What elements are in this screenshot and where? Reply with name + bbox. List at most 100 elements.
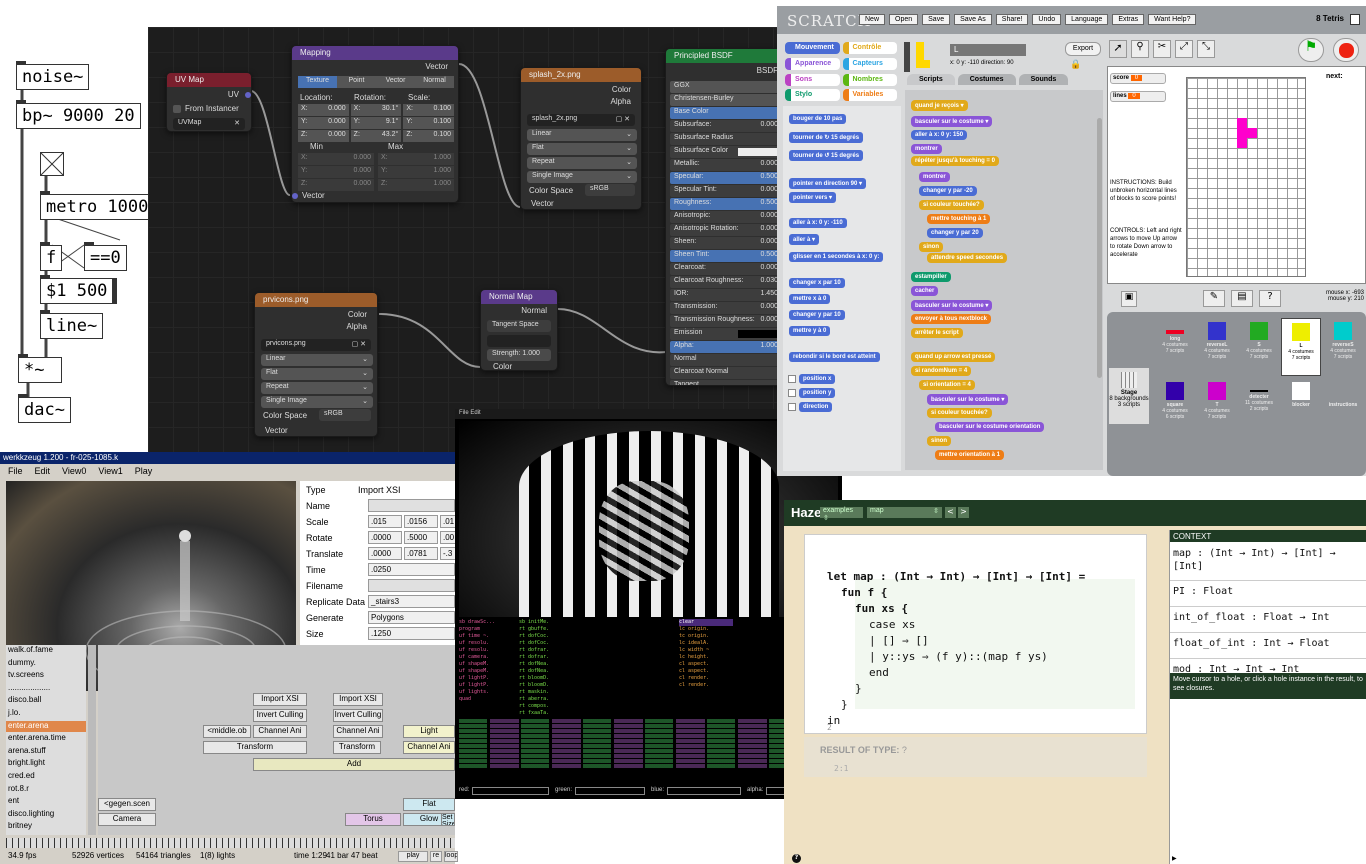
- palette-block[interactable]: direction: [799, 402, 833, 412]
- bsdf-row[interactable]: Transmission Roughness: 0.000: [670, 315, 780, 327]
- mapping-min-label[interactable]: Min: [310, 142, 323, 151]
- normalmap-uv-field[interactable]: [487, 335, 551, 347]
- hazel-example-select[interactable]: examples ⇳: [820, 507, 863, 522]
- werk-prop-field[interactable]: .0156: [404, 515, 438, 528]
- werkkzeug-timeline[interactable]: [6, 838, 455, 848]
- scratch-btn-save[interactable]: Save: [922, 14, 951, 25]
- pd-float-object[interactable]: f: [40, 242, 62, 271]
- werk-page-item[interactable]: ent: [6, 796, 86, 807]
- palette-block[interactable]: aller à ▾: [789, 234, 820, 245]
- script-block[interactable]: basculer sur le costume orientation: [935, 422, 1045, 432]
- code-line[interactable]: }: [827, 697, 1085, 713]
- script-block[interactable]: aller à x: 0 y: 150: [911, 130, 968, 140]
- prvicons-option[interactable]: Flat ⌄: [261, 368, 373, 380]
- script-block[interactable]: si couleur touchée?: [927, 408, 992, 418]
- werk-status-button[interactable]: loop: [444, 851, 458, 862]
- shader-field[interactable]: green:: [555, 787, 645, 797]
- palette-block[interactable]: aller à x: 0 y: -110: [789, 218, 847, 228]
- shader-pass-cell[interactable]: rt dofrar.: [519, 654, 573, 661]
- pd-bang-button[interactable]: [40, 152, 64, 176]
- code-line[interactable]: let map : (Int → Int) → [Int] → [Int] =: [827, 569, 1085, 585]
- mapping-value-field[interactable]: X: 30.1°: [350, 104, 402, 116]
- uvmap-checkbox[interactable]: [173, 105, 181, 113]
- palette-block[interactable]: tourner de ↺ 15 degrés: [789, 150, 864, 161]
- shader-pass-cell[interactable]: clear: [679, 619, 733, 626]
- category-mouvement[interactable]: Mouvement: [785, 42, 840, 54]
- hazel-program-select[interactable]: map ⇳: [867, 507, 942, 518]
- werk-page-item[interactable]: rot.8.r: [6, 784, 86, 795]
- normalmap-node[interactable]: Normal Map Normal Tangent Space Strength…: [480, 289, 558, 371]
- shader-pass-cell[interactable]: cl render.: [679, 675, 733, 682]
- bsdf-row[interactable]: Subsurface Radius: [670, 133, 780, 145]
- shader-pass-cell[interactable]: sb initMe.: [519, 619, 573, 626]
- mapping-tab-normal[interactable]: Normal: [415, 76, 454, 88]
- werk-page-item[interactable]: cred.ed: [6, 771, 86, 782]
- green-flag-icon[interactable]: ⚑: [1298, 38, 1324, 62]
- presentation-icon[interactable]: ▣: [1121, 291, 1137, 307]
- shader-pass-cell[interactable]: program: [459, 626, 513, 633]
- sprite-thumb-detecter[interactable]: detecter 11 costumes 2 scripts: [1239, 378, 1279, 436]
- uvmap-value-field[interactable]: UVMap ✕: [173, 118, 245, 130]
- splash-file-field[interactable]: splash_2x.png ▢ ✕: [527, 114, 635, 126]
- werk-operator[interactable]: Transform: [333, 741, 381, 754]
- werk-operator[interactable]: Torus: [345, 813, 401, 826]
- help-icon[interactable]: ?: [792, 854, 801, 863]
- splash-option[interactable]: Repeat ⌄: [527, 157, 637, 169]
- werk-operator[interactable]: Channel Ani: [253, 725, 307, 738]
- shader-pass-cell[interactable]: rt bloomD.: [519, 675, 573, 682]
- rotation-style-icon[interactable]: [904, 42, 910, 72]
- splash-option[interactable]: Linear ⌄: [527, 129, 637, 141]
- prvicons-option[interactable]: Repeat ⌄: [261, 382, 373, 394]
- script-block[interactable]: répéter jusqu'à touching = 0: [911, 156, 999, 166]
- mapping-value-field[interactable]: Y: 0.100: [403, 117, 455, 129]
- prvicons-option[interactable]: Single Image ⌄: [261, 396, 373, 408]
- uvmap-output-socket[interactable]: [245, 92, 251, 98]
- shader-pass-cell[interactable]: lc origin.: [679, 626, 733, 633]
- pd-metro-object[interactable]: metro 1000: [40, 191, 155, 220]
- werk-page-item[interactable]: j.lo.: [6, 708, 86, 719]
- script-block[interactable]: quand je reçois ▾: [911, 100, 968, 111]
- script-block[interactable]: si couleur touchée?: [919, 200, 984, 210]
- bsdf-row[interactable]: GGX: [670, 81, 780, 93]
- bsdf-row[interactable]: Transmission: 0.000: [670, 302, 780, 314]
- bsdf-row[interactable]: Christensen-Burley: [670, 94, 780, 106]
- scratch-tab-sounds[interactable]: Sounds: [1018, 74, 1069, 85]
- code-line[interactable]: fun f {: [827, 585, 1085, 601]
- script-block[interactable]: basculer sur le costume ▾: [911, 116, 993, 127]
- werk-prop-field[interactable]: .0000: [368, 547, 402, 560]
- script-block[interactable]: basculer sur le costume ▾: [927, 394, 1009, 405]
- werk-menu-file[interactable]: File: [8, 466, 23, 476]
- script-block[interactable]: montrer: [919, 172, 950, 182]
- shader-pass-cell[interactable]: lc width ~: [679, 647, 733, 654]
- sprite-thumb-blocker[interactable]: blocker: [1281, 378, 1321, 436]
- bsdf-row[interactable]: Sheen Tint: 0.500: [670, 250, 780, 262]
- sprite-thumb-t[interactable]: T4 costumes 7 scripts: [1197, 378, 1237, 436]
- scratch-btn-language[interactable]: Language: [1065, 14, 1109, 25]
- werk-operator[interactable]: Add: [253, 758, 455, 771]
- palette-block[interactable]: changer y par 10: [789, 310, 845, 320]
- bsdf-row[interactable]: Normal: [670, 354, 780, 366]
- normalmap-space-select[interactable]: Tangent Space: [487, 320, 551, 332]
- normalmap-strength-field[interactable]: Strength: 1.000: [487, 349, 551, 361]
- shader-pass-cell[interactable]: rt compos.: [519, 703, 573, 710]
- code-line[interactable]: in: [827, 713, 1085, 729]
- werk-page-item[interactable]: britney: [6, 821, 86, 832]
- werk-prop-field[interactable]: .015: [368, 515, 402, 528]
- bsdf-row[interactable]: Alpha: 1.000: [670, 341, 780, 353]
- werk-operator[interactable]: Flat: [403, 798, 455, 811]
- mapping-value-field[interactable]: Z: 0.000: [298, 130, 349, 142]
- grow-icon[interactable]: ⤢: [1175, 40, 1193, 58]
- werk-prop-field[interactable]: _stairs3: [368, 595, 455, 608]
- script-block[interactable]: si orientation = 4: [919, 380, 975, 390]
- werk-operator[interactable]: Channel Ani: [333, 725, 383, 738]
- context-entry[interactable]: PI : Float: [1170, 581, 1366, 607]
- bsdf-row[interactable]: Clearcoat Normal: [670, 367, 780, 379]
- code-line[interactable]: | y::ys ⇒ (f y)::(map f ys): [827, 649, 1085, 665]
- category-apparence[interactable]: Apparence: [785, 57, 840, 70]
- werk-operator[interactable]: Set Size: [441, 813, 455, 826]
- sprite-thumb-long[interactable]: long 4 costumes 7 scripts: [1155, 318, 1195, 376]
- splash-colorspace-select[interactable]: sRGB: [585, 184, 635, 196]
- mapping-value-field[interactable]: Z: 43.2°: [350, 130, 402, 142]
- pd-equals-object[interactable]: ==0: [84, 242, 127, 271]
- mapping-tab-point[interactable]: Point: [337, 76, 376, 88]
